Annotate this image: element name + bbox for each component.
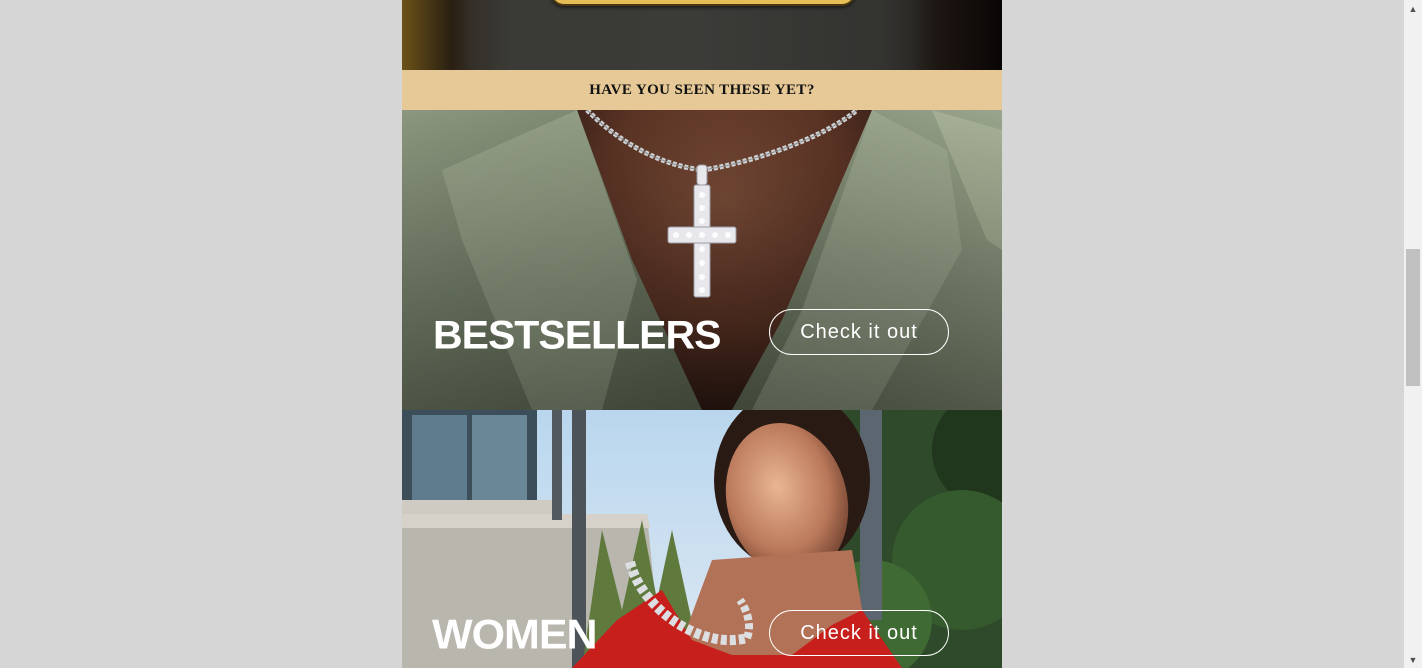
promo-tile-women[interactable]: WOMEN Check it out	[402, 410, 1002, 668]
section-banner: HAVE YOU SEEN THESE YET?	[402, 70, 1002, 110]
scroll-down-arrow-icon[interactable]: ▼	[1404, 651, 1422, 668]
promo-tile-bestsellers[interactable]: BESTSELLERS Check it out	[402, 110, 1002, 410]
email-content: HAVE YOU SEEN THESE YET? BESTSELLERS Che…	[402, 0, 1002, 668]
bestsellers-photo	[402, 110, 1002, 410]
browser-viewport: HAVE YOU SEEN THESE YET? BESTSELLERS Che…	[0, 0, 1404, 668]
section-heading: HAVE YOU SEEN THESE YET?	[589, 81, 815, 98]
hero-image-bottom	[402, 0, 1002, 70]
bestsellers-title: BESTSELLERS	[433, 312, 721, 358]
women-title: WOMEN	[432, 611, 598, 659]
women-check-it-out-button[interactable]: Check it out	[769, 610, 949, 656]
hero-shop-button[interactable]	[550, 0, 856, 6]
scrollbar-thumb[interactable]	[1406, 249, 1420, 386]
bestsellers-check-it-out-button[interactable]: Check it out	[769, 309, 949, 355]
scroll-up-arrow-icon[interactable]: ▲	[1404, 0, 1422, 17]
vertical-scrollbar[interactable]: ▲ ▼	[1404, 0, 1422, 668]
